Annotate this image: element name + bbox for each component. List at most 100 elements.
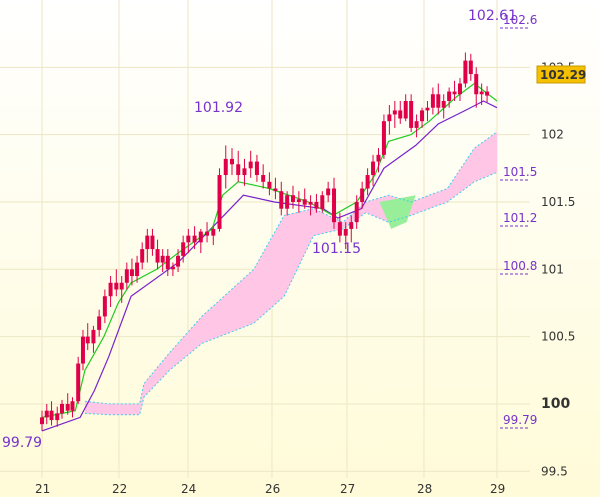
candle-body	[290, 195, 295, 202]
candle-body	[332, 188, 337, 223]
y-tick-label: 102	[541, 128, 564, 142]
candle-body	[49, 410, 54, 421]
candle-body	[337, 222, 342, 236]
last-price-marker: 102.29	[536, 65, 586, 84]
candle-body	[60, 403, 65, 414]
last-price-label: 102.29	[540, 68, 586, 82]
candle-body	[114, 282, 119, 290]
candle-body	[211, 228, 216, 236]
candle-body	[420, 110, 425, 122]
candle-body	[398, 110, 403, 119]
chart-root: 102.61 101.92 101.15 99.79 102.6 101.5 101…	[0, 0, 600, 497]
x-tick-label: 22	[112, 482, 127, 496]
candle-body	[85, 336, 90, 344]
ichimoku-chart: 102.61 101.92 101.15 99.79 102.6101.5101…	[0, 0, 600, 497]
candle-body	[302, 199, 307, 205]
candle-body	[76, 363, 81, 402]
candle-body	[176, 255, 181, 267]
candle-body	[155, 249, 160, 263]
candle-body	[236, 164, 241, 176]
candle-body	[254, 161, 259, 176]
candle-body	[129, 269, 134, 277]
candle-body	[248, 161, 253, 169]
right-level-label: 100.8	[503, 259, 537, 273]
candle-body	[463, 60, 468, 84]
candle-body	[150, 235, 155, 250]
candle-body	[403, 100, 408, 119]
y-tick-label: 100	[541, 396, 570, 412]
candle-body	[474, 74, 479, 95]
right-level-label: 101.2	[503, 211, 537, 225]
candle-body	[314, 201, 319, 209]
candle-body	[371, 161, 376, 176]
x-tick-label: 26	[265, 482, 280, 496]
candle-body	[381, 121, 386, 155]
candle-body	[160, 255, 165, 263]
candle-body	[97, 316, 102, 330]
candle-body	[365, 175, 370, 189]
candle-body	[119, 282, 124, 290]
candle-body	[217, 175, 222, 229]
candle-body	[267, 181, 272, 189]
x-tick-label: 27	[340, 482, 355, 496]
candle-body	[349, 222, 354, 229]
y-tick-label: 101.5	[541, 195, 575, 209]
annotation-low-left: 99.79	[2, 435, 42, 451]
candle-body	[376, 154, 381, 162]
annotation-low-mid: 101.15	[312, 241, 361, 257]
candle-body	[181, 242, 186, 256]
candle-body	[308, 201, 313, 205]
candle-body	[436, 94, 441, 108]
y-tick-label: 100.5	[541, 330, 575, 344]
candle-body	[165, 255, 170, 270]
candle-body	[392, 110, 397, 115]
candle-body	[55, 413, 60, 421]
candle-body	[409, 100, 414, 128]
candle-body	[414, 121, 419, 128]
candle-body	[205, 231, 210, 236]
candle-body	[441, 100, 446, 108]
candle-body	[452, 91, 457, 95]
x-tick-label: 21	[35, 482, 50, 496]
y-tick-label: 101	[541, 262, 564, 276]
candle-body	[343, 228, 348, 236]
candle-body	[261, 175, 266, 182]
candle-body	[354, 201, 359, 223]
candle-body	[223, 158, 228, 176]
candle-body	[44, 410, 49, 418]
right-level-label: 102.6	[503, 13, 537, 27]
candle-body	[320, 195, 325, 209]
right-level-label: 101.5	[503, 165, 537, 179]
candle-body	[457, 83, 462, 95]
x-tick-label: 28	[417, 482, 432, 496]
candle-body	[108, 282, 113, 297]
candle-body	[468, 60, 473, 75]
candle-body	[485, 91, 490, 96]
candle-body	[229, 158, 234, 165]
candle-body	[186, 235, 191, 243]
candle-body	[65, 403, 70, 411]
candle-body	[170, 266, 175, 270]
candle-body	[296, 199, 301, 202]
x-tick-label: 24	[181, 482, 196, 496]
y-tick-label: 99.5	[541, 464, 568, 478]
candle-body	[80, 336, 85, 364]
candle-body	[102, 296, 107, 317]
candle-body	[360, 188, 365, 202]
candle-body	[479, 91, 484, 95]
candle-body	[387, 114, 392, 122]
x-tick-label: 29	[490, 482, 505, 496]
candle-body	[91, 329, 96, 344]
candle-body	[425, 107, 430, 111]
candle-body	[430, 94, 435, 108]
candle-body	[285, 195, 290, 209]
candle-body	[145, 235, 150, 250]
candle-body	[242, 168, 247, 176]
candle-body	[447, 91, 452, 101]
annotation-high-left: 101.92	[194, 100, 243, 116]
candle-body	[124, 269, 129, 283]
candle-body	[326, 188, 331, 196]
candle-body	[192, 235, 197, 243]
candle-body	[140, 249, 145, 263]
right-level-label: 99.79	[503, 413, 537, 427]
